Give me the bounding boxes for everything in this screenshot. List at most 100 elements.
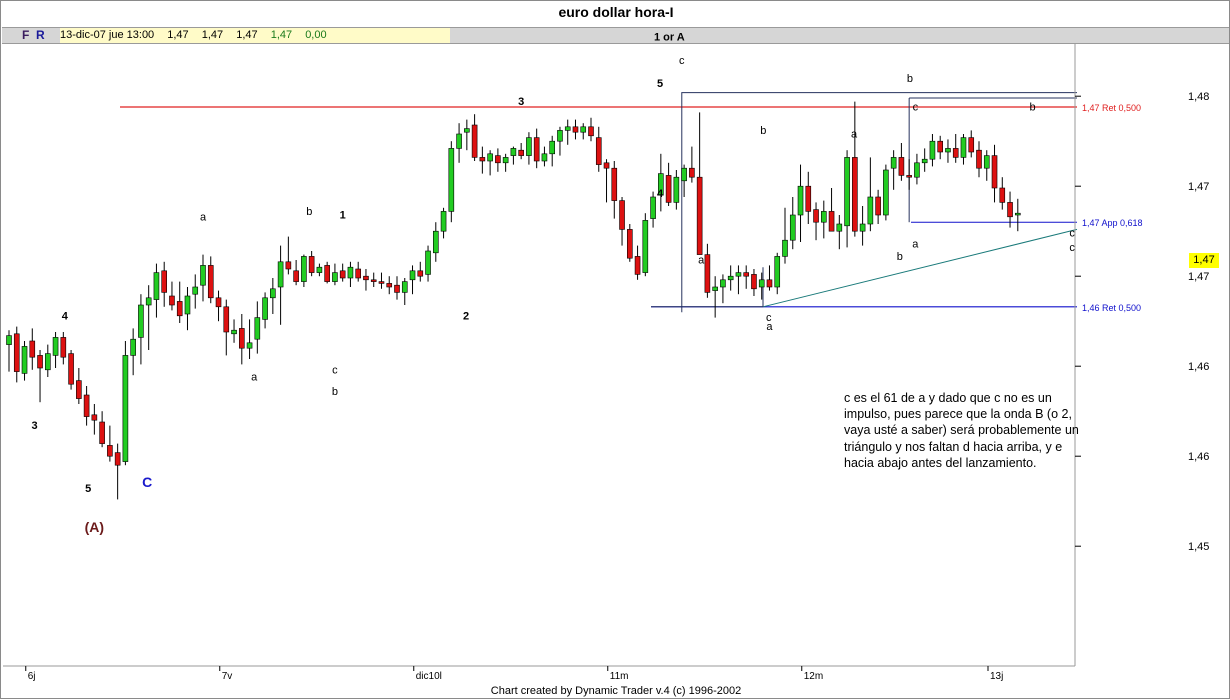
retracement-label: 1,47 App 0,618 — [1082, 218, 1143, 228]
candle-down — [999, 177, 1006, 210]
candle-body — [805, 185, 812, 212]
candle-body — [813, 209, 819, 223]
candle-body — [355, 268, 362, 279]
candle-body — [60, 337, 67, 358]
candle-down — [689, 146, 695, 183]
candle-body — [169, 295, 175, 306]
candle-down — [29, 328, 36, 370]
candle-up — [44, 344, 51, 377]
candle-down — [968, 130, 975, 158]
candle-down — [634, 245, 641, 280]
candle-body — [564, 126, 571, 131]
candle-down — [852, 101, 858, 237]
candle-up — [6, 330, 12, 372]
candle-down — [68, 350, 74, 390]
candle-up — [270, 278, 276, 314]
candle-down — [495, 148, 501, 172]
candle-up — [138, 294, 144, 365]
wave-label: a — [912, 238, 919, 250]
candle-down — [766, 265, 773, 291]
candle-up — [720, 274, 726, 304]
candle-down — [937, 135, 944, 160]
wave-label: 4 — [657, 188, 664, 200]
retracement-label: 1,47 Ret 0,500 — [1082, 103, 1141, 113]
candle-up — [867, 157, 874, 232]
candle-up — [347, 261, 354, 287]
candle-up — [820, 200, 827, 239]
candle-down — [976, 141, 982, 178]
candle-body — [277, 261, 284, 288]
candle-body — [107, 445, 113, 457]
candle-body — [743, 272, 750, 277]
candle-body — [91, 414, 98, 421]
candle-down — [696, 112, 703, 255]
candle-down — [114, 443, 121, 500]
candle-down — [518, 143, 524, 160]
candle-body — [13, 333, 20, 372]
candle-down — [828, 188, 835, 232]
wave-label: a — [251, 372, 258, 384]
candle-up — [541, 146, 548, 167]
candle-body — [836, 223, 843, 232]
candle-body — [479, 157, 486, 162]
candle-body — [751, 274, 757, 290]
candle-down — [751, 269, 757, 296]
candle-down — [363, 269, 369, 291]
candle-body — [991, 155, 998, 189]
candle-body — [844, 157, 850, 227]
wave-label: a — [698, 255, 705, 267]
candle-body — [673, 176, 680, 203]
candle-body — [448, 148, 455, 212]
candle-body — [138, 304, 144, 338]
wave-label: c — [1069, 242, 1075, 254]
candle-body — [735, 272, 742, 277]
candle-up — [200, 254, 206, 302]
candle-down — [223, 299, 230, 356]
candle-body — [316, 266, 323, 273]
wave-label: C — [142, 474, 152, 490]
wave-label: 1 — [340, 210, 346, 222]
candle-body — [114, 452, 121, 466]
candle-up — [254, 301, 261, 354]
candle-up — [914, 153, 920, 185]
wave-label: 3 — [518, 96, 524, 108]
candle-body — [510, 148, 517, 156]
candle-body — [293, 270, 299, 282]
candle-body — [557, 130, 563, 142]
chart-window: euro dollar hora-I F R 13-dic-07 jue 13:… — [0, 0, 1230, 699]
y-tick-label: 1,47 — [1188, 271, 1209, 283]
candle-up — [782, 207, 788, 264]
candle-up — [774, 252, 781, 295]
candle-body — [76, 380, 82, 399]
candle-body — [324, 265, 330, 282]
candle-body — [588, 126, 594, 137]
candle-up — [277, 245, 284, 325]
candle-down — [813, 202, 819, 241]
candle-body — [44, 353, 51, 371]
candle-body — [526, 137, 532, 156]
candle-up — [658, 153, 664, 212]
candle-up — [145, 285, 152, 350]
candle-body — [898, 157, 905, 176]
candle-down — [355, 261, 362, 282]
candle-body — [215, 297, 222, 308]
candle-body — [929, 140, 936, 160]
candle-body — [681, 167, 687, 182]
wave-label: 4 — [62, 310, 69, 322]
candle-down — [603, 159, 610, 203]
candlestick-chart[interactable]: 1,47 Ret 0,500 1,47 App 0,618 1,46 Ret 0,5… — [1, 1, 1230, 700]
candle-up — [409, 265, 416, 295]
candle-down — [378, 272, 385, 289]
wave-label: a — [851, 129, 858, 141]
candle-up — [735, 265, 742, 295]
wave-label: b — [332, 386, 338, 398]
candle-body — [650, 196, 656, 219]
candle-body — [495, 155, 501, 164]
x-tick-label: 11m — [610, 671, 629, 682]
candle-up — [727, 265, 734, 291]
candle-body — [727, 275, 734, 281]
candle-down — [743, 265, 750, 289]
candle-down — [704, 243, 711, 298]
candle-body — [696, 176, 703, 255]
candle-body — [603, 162, 610, 169]
